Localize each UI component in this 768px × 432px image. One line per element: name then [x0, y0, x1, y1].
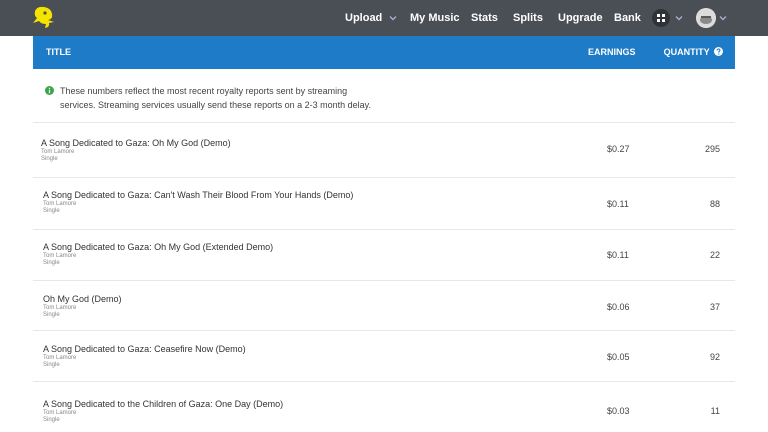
royalty-notice-text: These numbers reflect the most recent ro…	[60, 86, 371, 110]
quantity-value: 11	[710, 406, 720, 416]
song-title[interactable]: A Song Dedicated to Gaza: Can't Wash The…	[43, 190, 353, 200]
song-title[interactable]: A Song Dedicated to the Children of Gaza…	[43, 399, 283, 409]
earnings-value: $0.11	[607, 250, 629, 260]
help-icon[interactable]	[714, 47, 723, 56]
earnings-value: $0.27	[607, 144, 630, 154]
table-row[interactable]: A Song Dedicated to Gaza: Oh My God (Ext…	[33, 229, 735, 280]
earnings-value: $0.11	[607, 199, 629, 209]
column-header-quantity-label: QUANTITY	[663, 47, 710, 57]
nav-upload[interactable]: Upload	[345, 0, 398, 36]
song-title[interactable]: A Song Dedicated to Gaza: Oh My God (Ext…	[43, 242, 273, 252]
release-type: Single	[43, 208, 60, 214]
table-row[interactable]: Oh My God (Demo) Tom Lamore Single $0.06…	[33, 280, 735, 330]
column-header-quantity[interactable]: QUANTITY	[664, 36, 723, 69]
release-type: Single	[43, 312, 60, 318]
column-header-earnings[interactable]: EARNINGS	[588, 36, 636, 69]
chevron-down-icon[interactable]	[718, 13, 728, 23]
artist-name: Tom Lamore	[43, 355, 77, 361]
earnings-value: $0.03	[607, 406, 630, 416]
earnings-value: $0.05	[607, 352, 630, 362]
nav-upgrade[interactable]: Upgrade	[558, 0, 603, 36]
quantity-value: 88	[709, 199, 720, 209]
release-type: Single	[43, 260, 60, 266]
quantity-value: 92	[709, 352, 720, 362]
table-row[interactable]: A Song Dedicated to Gaza: Oh My God (Dem…	[33, 122, 735, 177]
chevron-down-icon	[389, 16, 397, 21]
user-avatar[interactable]	[696, 8, 716, 28]
release-type: Single	[41, 156, 58, 162]
song-title[interactable]: A Song Dedicated to Gaza: Ceasefire Now …	[43, 344, 246, 354]
grid-icon	[657, 14, 665, 22]
table-row[interactable]: A Song Dedicated to Gaza: Can't Wash The…	[33, 177, 735, 229]
quantity-value: 37	[709, 302, 720, 312]
table-header: TITLE EARNINGS QUANTITY	[33, 36, 735, 69]
song-title[interactable]: Oh My God (Demo)	[43, 294, 122, 304]
apps-grid-button[interactable]	[652, 9, 670, 27]
nav-stats[interactable]: Stats	[471, 0, 498, 36]
earnings-value: $0.06	[607, 302, 630, 312]
artist-name: Tom Lamore	[43, 253, 77, 259]
artist-name: Tom Lamore	[43, 305, 77, 311]
info-icon	[45, 86, 54, 95]
nav-splits[interactable]: Splits	[513, 0, 543, 36]
nav-bank[interactable]: Bank	[614, 0, 641, 36]
quantity-value: 22	[709, 250, 720, 260]
column-header-title[interactable]: TITLE	[46, 36, 71, 69]
distrokid-logo-icon[interactable]	[30, 5, 56, 31]
royalty-notice: These numbers reflect the most recent ro…	[45, 84, 385, 112]
top-navbar: Upload My Music Stats Splits Upgrade Ban…	[0, 0, 768, 36]
avatar-icon	[696, 8, 716, 28]
quantity-value: 295	[704, 144, 720, 154]
table-row[interactable]: A Song Dedicated to the Children of Gaza…	[33, 381, 735, 432]
release-type: Single	[43, 417, 60, 423]
artist-name: Tom Lamore	[43, 201, 77, 207]
nav-upload-label: Upload	[345, 12, 383, 24]
artist-name: Tom Lamore	[43, 410, 77, 416]
chevron-down-icon[interactable]	[674, 13, 684, 23]
artist-name: Tom Lamore	[41, 149, 75, 155]
nav-my-music[interactable]: My Music	[410, 0, 460, 36]
release-type: Single	[43, 362, 60, 368]
song-title[interactable]: A Song Dedicated to Gaza: Oh My God (Dem…	[41, 138, 231, 148]
table-row[interactable]: A Song Dedicated to Gaza: Ceasefire Now …	[33, 330, 735, 381]
